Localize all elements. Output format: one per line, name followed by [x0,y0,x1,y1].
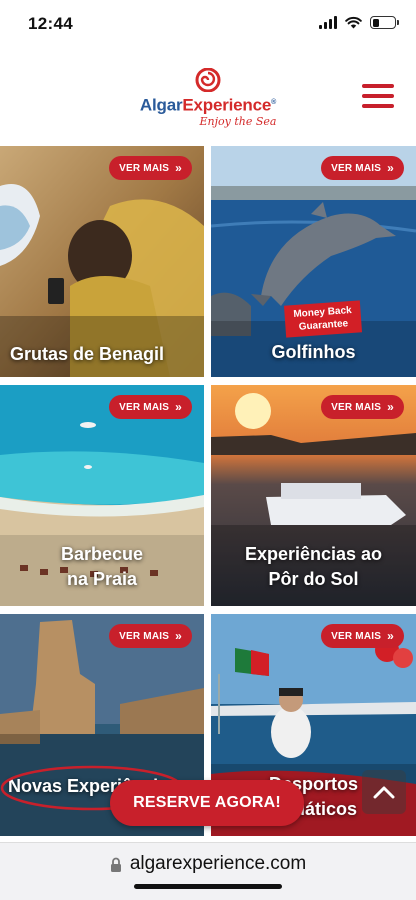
ver-mais-label: VER MAIS [119,630,170,642]
double-chevron-right-icon: » [387,161,394,175]
tile-title: Experiências ao Pôr do Sol [211,542,416,592]
logo-wordmark: AlgarExperience® [0,94,416,115]
logo-tagline: Enjoy the Sea [199,114,277,128]
tile-title: Grutas de Benagil [10,344,165,364]
tile-grutas-de-benagil[interactable]: VER MAIS » Grutas de Benagil [0,146,204,377]
money-back-guarantee-badge: Money Back Guarantee [283,300,363,338]
ver-mais-button[interactable]: VER MAIS » [109,624,192,648]
reserve-now-button[interactable]: RESERVE AGORA! [110,780,304,826]
tile-golfinhos[interactable]: VER MAIS » Money Back Guarantee Golfinho… [211,146,416,377]
logo-registered-mark: ® [271,99,277,106]
hamburger-menu-icon[interactable] [362,84,394,108]
ver-mais-button[interactable]: VER MAIS » [321,395,404,419]
battery-icon [370,16,399,29]
ver-mais-label: VER MAIS [119,162,170,174]
logo-swirl-icon [195,68,221,92]
logo[interactable]: AlgarExperience® Enjoy the Sea [0,68,416,128]
tile-title-line2: Pôr do Sol [268,569,359,589]
tile-barbecue-na-praia[interactable]: VER MAIS » Barbecue na Praia [0,385,204,606]
app-screen: 12:44 AlgarExperience® Enjoy the Sea VER… [0,0,416,900]
ver-mais-button[interactable]: VER MAIS » [321,624,404,648]
browser-url-bar[interactable]: algarexperience.com [0,842,416,900]
url-text: algarexperience.com [129,853,307,874]
status-time: 12:44 [28,14,73,33]
logo-experience: Experience [182,95,272,115]
status-bar: 12:44 [0,0,416,50]
double-chevron-right-icon: » [387,400,394,414]
chevron-up-icon [373,786,395,799]
wifi-icon [345,16,362,29]
url-display[interactable]: algarexperience.com [0,853,416,875]
ver-mais-label: VER MAIS [331,401,382,413]
logo-algar: Algar [139,95,183,115]
lock-icon [110,857,121,872]
scroll-to-top-button[interactable] [362,770,406,814]
site-header: AlgarExperience® Enjoy the Sea [0,50,416,146]
tile-title: Barbecue na Praia [0,542,204,592]
signal-icon [319,16,337,29]
tile-title-line1: Barbecue [60,544,144,564]
ver-mais-label: VER MAIS [331,162,382,174]
tile-title: Golfinhos [271,342,356,362]
double-chevron-right-icon: » [175,629,182,643]
ver-mais-label: VER MAIS [119,401,170,413]
double-chevron-right-icon: » [387,629,394,643]
ver-mais-button[interactable]: VER MAIS » [321,156,404,180]
ver-mais-button[interactable]: VER MAIS » [109,156,192,180]
double-chevron-right-icon: » [175,400,182,414]
tile-title-line2: na Praia [66,569,138,589]
ver-mais-label: VER MAIS [331,630,382,642]
tile-experiencias-por-do-sol[interactable]: VER MAIS » Experiências ao Pôr do Sol [211,385,416,606]
status-icons [319,16,399,29]
tile-title-line1: Experiências ao [244,544,383,564]
double-chevron-right-icon: » [175,161,182,175]
ver-mais-button[interactable]: VER MAIS » [109,395,192,419]
home-indicator[interactable] [134,884,282,889]
